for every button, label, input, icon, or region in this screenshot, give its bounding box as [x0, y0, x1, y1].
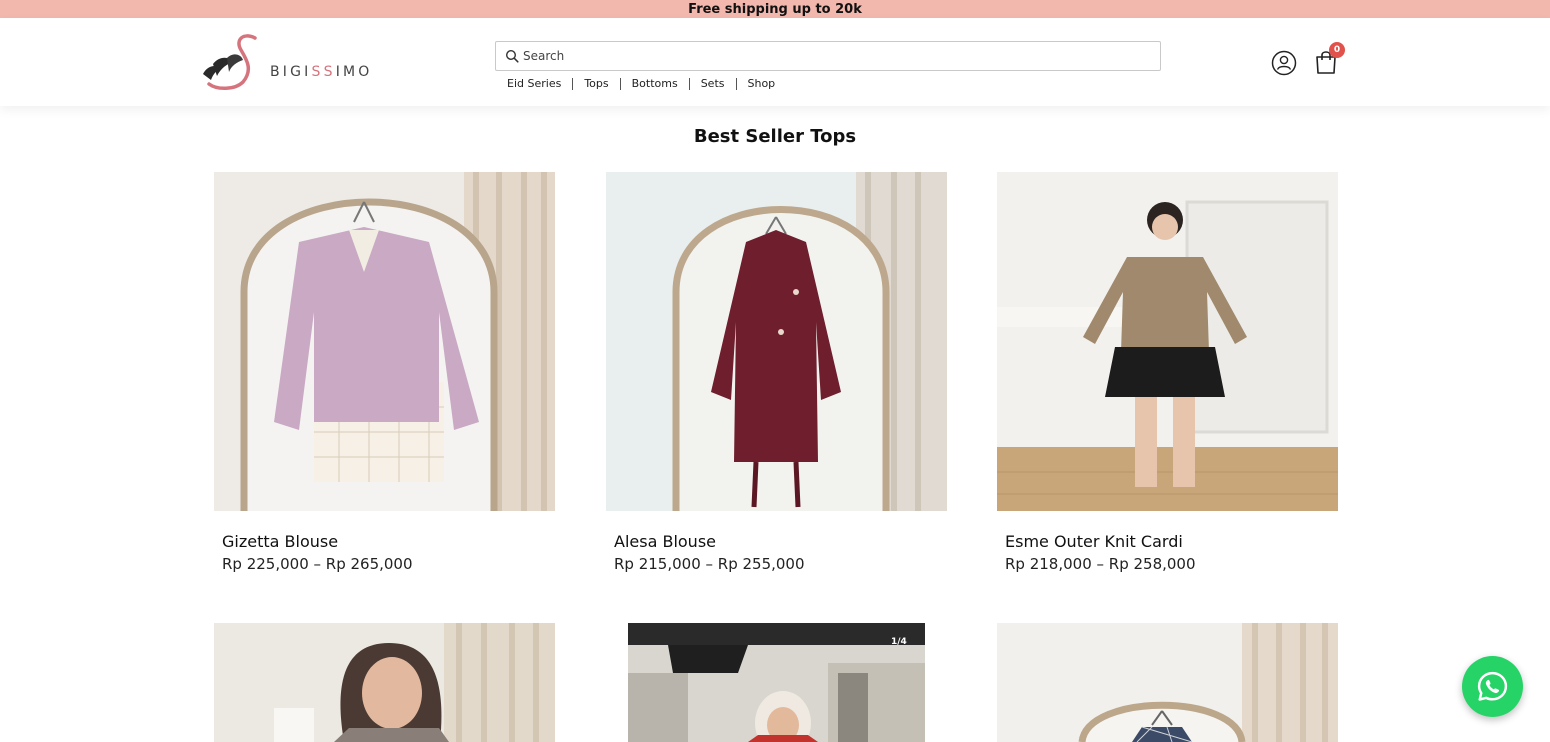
swan-logo-icon [203, 34, 257, 90]
product-card[interactable]: Esme Outer Knit Cardi Rp 218,000 – Rp 25… [997, 172, 1338, 582]
nav-item-bottoms[interactable]: Bottoms [619, 78, 689, 90]
cart-count-badge: 0 [1329, 42, 1345, 58]
product-price: Rp 225,000 – Rp 265,000 [222, 555, 413, 573]
product-image[interactable] [628, 623, 925, 742]
search-input[interactable] [523, 46, 1143, 66]
nav-item-sets[interactable]: Sets [688, 78, 736, 90]
product-name[interactable]: Esme Outer Knit Cardi [1005, 532, 1183, 551]
brand-wordmark: BIGISSIMO [270, 64, 373, 80]
product-image[interactable] [606, 172, 947, 511]
site-header: BIGISSIMO Eid Series Tops Bottoms Sets S… [0, 18, 1550, 106]
image-counter: 1/4 [891, 637, 907, 647]
brand-logo[interactable]: BIGISSIMO [197, 30, 377, 92]
product-price: Rp 218,000 – Rp 258,000 [1005, 555, 1196, 573]
product-card[interactable] [214, 623, 555, 742]
product-name[interactable]: Alesa Blouse [614, 532, 716, 551]
product-card[interactable]: Gizetta Blouse Rp 225,000 – Rp 265,000 [214, 172, 555, 582]
search-icon[interactable] [505, 49, 519, 63]
whatsapp-chat-button[interactable] [1462, 656, 1523, 717]
product-image[interactable] [214, 623, 555, 742]
nav-item-shop[interactable]: Shop [735, 78, 787, 90]
nav-item-eid-series[interactable]: Eid Series [507, 78, 572, 90]
nav-item-tops[interactable]: Tops [572, 78, 619, 90]
announcement-bar: Free shipping up to 20k [0, 0, 1550, 18]
product-card[interactable]: Alesa Blouse Rp 215,000 – Rp 255,000 [606, 172, 947, 582]
product-card[interactable] [997, 623, 1338, 742]
announcement-text: Free shipping up to 20k [688, 2, 862, 17]
user-icon[interactable] [1271, 50, 1297, 76]
whatsapp-icon [1477, 671, 1508, 701]
product-image[interactable] [214, 172, 555, 511]
section-title: Best Seller Tops [693, 126, 857, 147]
search-bar[interactable] [495, 41, 1161, 71]
product-card[interactable]: 1/4 [628, 623, 925, 742]
product-image[interactable] [997, 172, 1338, 511]
product-price: Rp 215,000 – Rp 255,000 [614, 555, 805, 573]
product-image[interactable] [997, 623, 1338, 742]
product-name[interactable]: Gizetta Blouse [222, 532, 338, 551]
main-nav: Eid Series Tops Bottoms Sets Shop [507, 78, 786, 90]
